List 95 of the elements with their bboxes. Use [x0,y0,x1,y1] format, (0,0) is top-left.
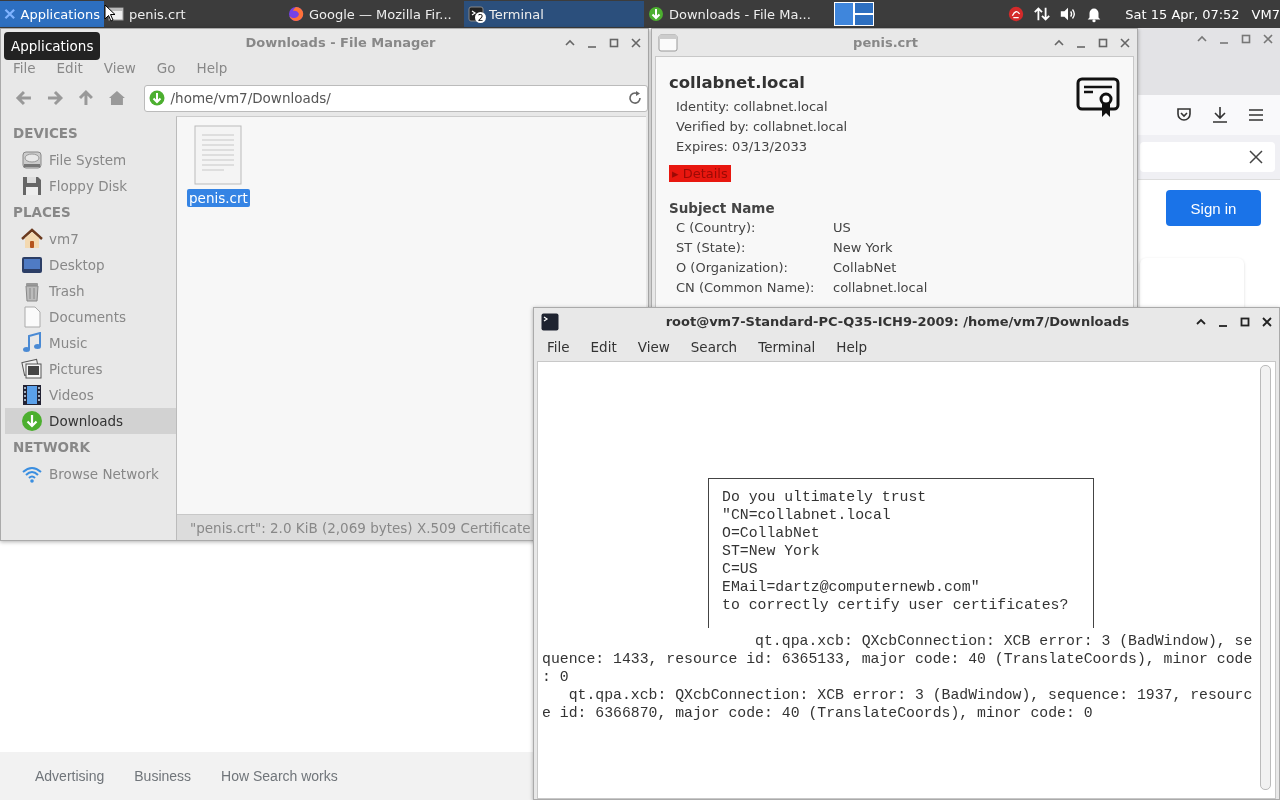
sidebar-item[interactable]: Music [5,330,176,356]
download-icon [148,90,165,106]
taskbar-button[interactable]: Google — Mozilla Fir... [284,1,464,27]
menu-item[interactable]: Terminal [758,339,816,355]
menu-item[interactable]: Edit [590,339,617,355]
document-icon [21,306,43,328]
terminal-icon [540,312,560,331]
field-label: CN (Common Name): [676,279,816,297]
status-text: "penis.crt": 2.0 KiB (2,069 bytes) X.509 Certificate [190,519,531,536]
photo-icon [21,358,43,380]
footer-link[interactable]: Advertising [35,768,105,784]
sidebar-item[interactable]: Documents [5,304,176,330]
clock[interactable]: Sat 15 Apr, 07:52 [1125,6,1240,22]
terminal-output: qt.qpa.xcb: QXcbConnection: XCB error: 3 (BadWindow), se [754,632,1253,650]
close-icon[interactable] [1249,150,1263,164]
user-name[interactable]: VM7 [1251,6,1280,22]
reload-icon[interactable] [627,90,643,106]
terminal-output: qt.qpa.xcb: QXcbConnection: XCB error: 3 (BadWindow), sequence: 1937, resourc [567,686,1253,704]
sidebar-item[interactable]: Downloads [5,408,176,434]
menu-item[interactable]: Help [196,60,228,76]
dialog-text: Do you ultimately trust [722,488,928,506]
workspace-switcher[interactable] [834,2,874,26]
field-value: CollabNet [833,259,897,277]
close-icon[interactable] [1261,315,1273,328]
section-heading: PLACES [12,203,72,222]
sidebar-item[interactable]: File System [5,147,176,173]
dialog-text: EMail=dartz@computernewb.com" [722,578,981,596]
download-icon [21,410,43,432]
dialog-text: O=CollabNet [722,524,821,542]
scrollbar[interactable] [1260,365,1271,790]
section-heading: Subject Name [669,199,776,218]
volume-icon[interactable] [1059,5,1078,23]
search-field[interactable] [1140,142,1275,172]
certificate-info: Identity: collabnet.local [675,98,829,116]
network-icon[interactable] [1033,5,1052,23]
sidebar-item[interactable]: Browse Network [5,461,176,487]
music-note-icon [21,332,43,354]
sidebar-item[interactable]: Desktop [5,252,176,278]
monitor-icon [21,254,43,276]
sidebar-item[interactable]: Floppy Disk [5,173,176,199]
field-label: O (Organization): [676,259,789,277]
certificate-info: Verified by: collabnet.local [675,118,849,136]
certificate-icon [1076,77,1120,119]
sidebar-item[interactable]: vm7 [5,226,176,252]
menu-item[interactable]: View [637,339,670,355]
menu-item[interactable]: Search [690,339,738,355]
certificate-info: Expires: 03/13/2033 [675,138,809,156]
footer-link[interactable]: How Search works [221,768,338,784]
field-value: US [833,219,851,237]
taskbar-button[interactable]: 2 Terminal [464,1,644,27]
window-icon [658,33,678,52]
location-field[interactable]: /home/vm7/Downloads/ [143,84,648,112]
footer-link[interactable]: Business [134,768,192,784]
section-heading: NETWORK [12,438,91,457]
window-title: root@vm7-Standard-PC-Q35-ICH9-2009: /home/vm7/Downloads [665,314,1130,329]
menu-item[interactable]: Edit [56,60,83,76]
menu-item[interactable]: File [547,339,570,355]
menu-item[interactable]: File [13,60,36,76]
field-label: C (Country): [676,219,757,237]
field-label: ST (State): [676,239,747,257]
section-heading: DEVICES [12,124,79,143]
sidebar-item[interactable]: Trash [5,278,176,304]
browser-icon [288,6,304,22]
terminal-output: : 0 [542,668,570,686]
certificate-name: collabnet.local [669,72,807,94]
file-name[interactable]: penis.crt [187,189,250,207]
dialog-text: C=US [722,560,759,578]
dialog-text: ST=New York [722,542,821,560]
maximize-icon[interactable] [1239,315,1251,328]
field-value: collabnet.local [833,279,928,297]
document-icon [194,125,243,185]
menu-item[interactable]: Help [836,339,868,355]
terminal-output: e id: 6366870, major code: 40 (TranslateCoords), minor code: 0 [542,704,1094,722]
menu-item[interactable]: Go [156,60,176,76]
window-title: penis.crt [853,35,918,50]
field-value: New York [833,239,893,257]
home-icon [21,228,43,250]
dialog-text: to correctly certify user certificates? [722,596,1070,614]
terminal-output: quence: 1433, resource id: 6365133, major code: 40 (TranslateCoords), minor code [542,650,1253,668]
window-title: Downloads - File Manager [245,35,436,50]
menu-item[interactable]: View [103,60,136,76]
sidebar-item[interactable]: Videos [5,382,176,408]
mouse-pointer-icon [104,4,116,22]
download-icon[interactable] [1210,105,1230,125]
sign-in-button[interactable]: Sign in [1166,190,1261,226]
sidebar-item[interactable]: Pictures [5,356,176,382]
film-icon [21,384,43,406]
drive-icon [21,149,43,171]
dialog-text: "CN=collabnet.local [722,506,892,524]
download-icon [648,6,664,22]
taskbar-button[interactable]: Downloads - File Ma... [644,1,824,27]
count-badge: 2 [475,12,486,23]
tooltip: Applications [4,32,101,60]
update-icon[interactable] [1007,5,1026,23]
applications-menu-button[interactable]: Applications [0,1,104,27]
